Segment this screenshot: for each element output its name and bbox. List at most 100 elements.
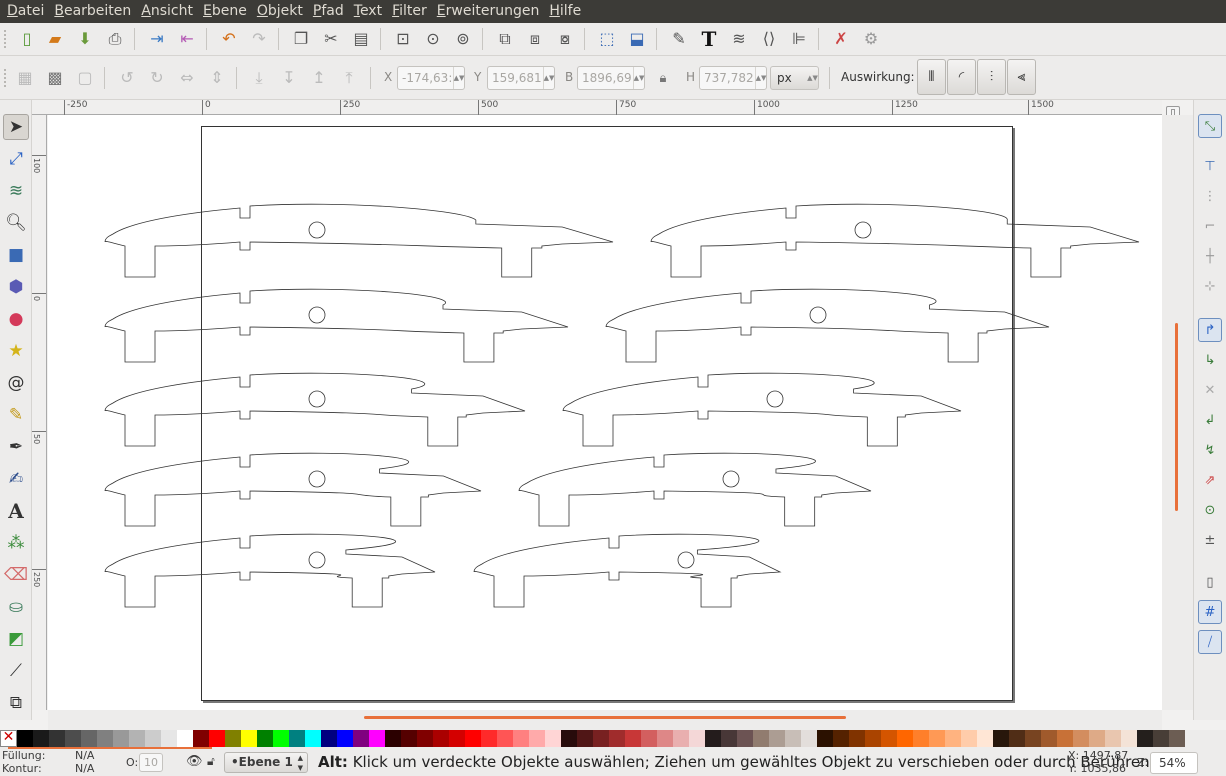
- menu-objekt[interactable]: Objekt: [252, 0, 308, 23]
- snap-bbox-midpoint-icon[interactable]: ┼: [1198, 244, 1222, 268]
- text-font-icon[interactable]: T: [697, 27, 721, 51]
- fill-value[interactable]: N/A: [75, 749, 94, 762]
- current-layer-select[interactable]: •Ebene 1 ▲ ▼: [224, 752, 308, 773]
- spar-hole[interactable]: [308, 551, 326, 569]
- unit-select[interactable]: px ▲▼: [770, 66, 819, 90]
- color-swatch[interactable]: [993, 730, 1009, 747]
- menu-ansicht[interactable]: Ansicht: [136, 0, 198, 23]
- color-swatch[interactable]: [513, 730, 529, 747]
- paint-bucket-tool-icon[interactable]: ⛀: [3, 594, 29, 620]
- spar-hole[interactable]: [722, 470, 740, 488]
- rib-outline[interactable]: [562, 372, 962, 447]
- spray-tool-icon[interactable]: ⁂: [3, 530, 29, 556]
- color-swatch[interactable]: [193, 730, 209, 747]
- select-all-layers-icon[interactable]: ▩: [43, 66, 67, 90]
- menu-bearbeiten[interactable]: Bearbeiten: [49, 0, 136, 23]
- color-swatch[interactable]: [337, 730, 353, 747]
- rib-outline[interactable]: [650, 203, 1140, 278]
- zoom-drawing-icon[interactable]: ⊙: [421, 27, 445, 51]
- pencil-tool-icon[interactable]: ✎: [3, 402, 29, 428]
- dropper-tool-icon[interactable]: ⟋: [3, 658, 29, 684]
- select-all-icon[interactable]: ▦: [13, 66, 37, 90]
- wing-rib-shape[interactable]: [562, 372, 962, 447]
- new-document-icon[interactable]: ▯: [15, 27, 39, 51]
- color-swatch[interactable]: [577, 730, 593, 747]
- rib-outline[interactable]: [605, 288, 1050, 363]
- stroke-value[interactable]: N/A: [75, 762, 94, 775]
- color-swatch[interactable]: [113, 730, 129, 747]
- color-swatch[interactable]: [1025, 730, 1041, 747]
- color-swatch[interactable]: [417, 730, 433, 747]
- xml-editor-icon[interactable]: ⟨⟩: [757, 27, 781, 51]
- ellipse-tool-icon[interactable]: ●: [3, 306, 29, 332]
- color-swatch[interactable]: [1121, 730, 1137, 747]
- color-swatch[interactable]: [1041, 730, 1057, 747]
- spin-arrows[interactable]: ▲▼: [453, 67, 464, 89]
- scale-corners-toggle[interactable]: ◜: [947, 59, 976, 95]
- color-swatch[interactable]: [289, 730, 305, 747]
- color-swatch[interactable]: [961, 730, 977, 747]
- color-swatch[interactable]: [545, 730, 561, 747]
- x-field[interactable]: -174,63: ▲▼: [397, 66, 465, 90]
- layer-lock-icon[interactable]: 🔓︎: [207, 754, 215, 769]
- color-swatch[interactable]: [49, 730, 65, 747]
- scroll-thumb[interactable]: [364, 716, 846, 719]
- color-swatch[interactable]: [177, 730, 193, 747]
- color-swatch[interactable]: [17, 730, 33, 747]
- color-swatch[interactable]: [1089, 730, 1105, 747]
- color-swatch[interactable]: [497, 730, 513, 747]
- gradient-tool-icon[interactable]: ◩: [3, 626, 29, 652]
- snap-page-border-icon[interactable]: ▯: [1198, 570, 1222, 594]
- color-swatch[interactable]: [433, 730, 449, 747]
- wing-rib-shape[interactable]: [518, 452, 872, 527]
- color-swatch[interactable]: [1105, 730, 1121, 747]
- node-tool-icon[interactable]: ⤢: [3, 146, 29, 172]
- color-swatch[interactable]: [737, 730, 753, 747]
- snap-path-intersection-icon[interactable]: ✕: [1198, 378, 1222, 402]
- menu-pfad[interactable]: Pfad: [308, 0, 349, 23]
- open-icon[interactable]: ▰: [43, 27, 67, 51]
- scale-stroke-toggle[interactable]: ⫴: [917, 59, 946, 95]
- cut-icon[interactable]: ✂: [319, 27, 343, 51]
- layer-visibility-icon[interactable]: 👁︎: [186, 754, 203, 769]
- color-swatch[interactable]: [97, 730, 113, 747]
- zoom-field[interactable]: 54%: [1150, 752, 1198, 774]
- zoom-page-icon[interactable]: ⊚: [451, 27, 475, 51]
- preferences-icon[interactable]: ✗: [829, 27, 853, 51]
- spar-hole[interactable]: [308, 306, 326, 324]
- color-swatch[interactable]: [1153, 730, 1169, 747]
- color-swatch[interactable]: [657, 730, 673, 747]
- vertical-ruler[interactable]: 100 0 50 250: [32, 115, 47, 710]
- color-swatch[interactable]: [225, 730, 241, 747]
- spin-arrows[interactable]: ▲▼: [755, 67, 766, 89]
- color-swatch[interactable]: [161, 730, 177, 747]
- rotate-ccw-icon[interactable]: ↺: [115, 66, 139, 90]
- spar-hole[interactable]: [308, 390, 326, 408]
- redo-icon[interactable]: ↷: [247, 27, 271, 51]
- color-swatch[interactable]: [785, 730, 801, 747]
- menu-text[interactable]: Text: [349, 0, 387, 23]
- color-swatch[interactable]: [625, 730, 641, 747]
- spar-hole[interactable]: [308, 221, 326, 239]
- color-swatch[interactable]: [145, 730, 161, 747]
- flip-horizontal-icon[interactable]: ⇔: [175, 66, 199, 90]
- snap-centers-icon[interactable]: ⊙: [1198, 498, 1222, 522]
- snap-grid-icon[interactable]: #: [1198, 600, 1222, 624]
- snap-bbox-icon[interactable]: ⊤: [1198, 154, 1222, 178]
- color-swatch[interactable]: [481, 730, 497, 747]
- rib-outline[interactable]: [104, 372, 526, 447]
- color-swatch[interactable]: [209, 730, 225, 747]
- transform-gradient-toggle[interactable]: ⫶: [977, 59, 1006, 95]
- transform-pattern-toggle[interactable]: ⫷: [1007, 59, 1036, 95]
- lock-ratio-icon[interactable]: 🔒︎: [651, 66, 675, 90]
- box3d-tool-icon[interactable]: ⬢: [3, 274, 29, 300]
- color-swatch[interactable]: [529, 730, 545, 747]
- color-swatch[interactable]: [721, 730, 737, 747]
- color-swatch[interactable]: [353, 730, 369, 747]
- document-properties-icon[interactable]: ⚙: [859, 27, 883, 51]
- color-swatch[interactable]: [1009, 730, 1025, 747]
- wing-rib-shape[interactable]: [650, 203, 1140, 278]
- group-icon[interactable]: ⬚: [595, 27, 619, 51]
- snap-enable-icon[interactable]: ⤡: [1198, 114, 1222, 138]
- color-swatch[interactable]: [593, 730, 609, 747]
